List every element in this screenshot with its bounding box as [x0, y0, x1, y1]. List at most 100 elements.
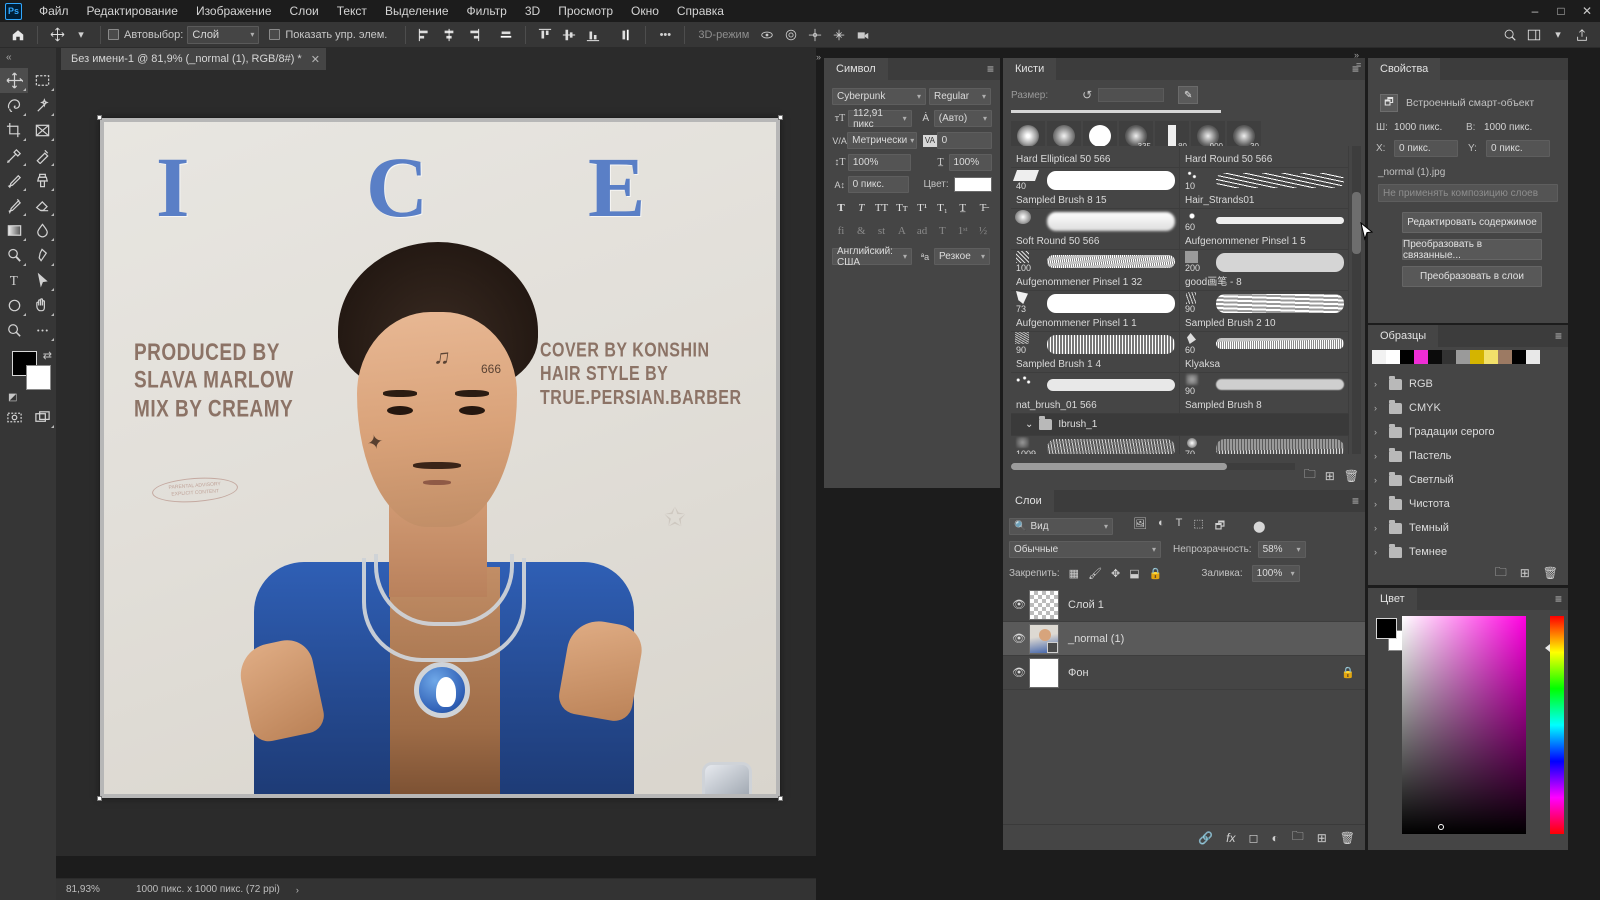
autoselect-checkbox[interactable] [108, 29, 119, 40]
brush-item[interactable]: 90 Sampled Brush 1 4 [1011, 332, 1180, 373]
text-color-swatch[interactable] [953, 177, 992, 192]
align-bottom-icon[interactable] [581, 24, 605, 46]
lasso-tool[interactable] [0, 93, 28, 118]
color-foreground-swatch[interactable] [1376, 618, 1397, 639]
close-icon[interactable]: ✕ [311, 53, 320, 66]
background-color-swatch[interactable] [26, 365, 51, 390]
home-icon[interactable] [6, 24, 30, 46]
swatch-chip[interactable] [1512, 350, 1526, 364]
tab-brushes[interactable]: Кисти [1003, 58, 1057, 80]
tab-swatches[interactable]: Образцы [1368, 325, 1439, 347]
crop-tool[interactable] [0, 118, 28, 143]
tab-layers[interactable]: Слои [1003, 490, 1054, 512]
layer-row[interactable]: 👁 Фон 🔒 [1003, 656, 1365, 690]
menu-image[interactable]: Изображение [187, 1, 281, 21]
brush-item[interactable]: 70 [1180, 436, 1349, 454]
faux-bold-button[interactable]: T [832, 200, 850, 216]
maximize-button[interactable]: □ [1548, 0, 1574, 22]
menu-window[interactable]: Окно [622, 1, 668, 21]
link-layers-icon[interactable]: 🔗 [1198, 831, 1213, 845]
smart-object-filter-icon[interactable]: 🗗 [1215, 517, 1225, 536]
menu-layers[interactable]: Слои [281, 1, 328, 21]
brush-item[interactable]: Hard Round 50 566 [1180, 146, 1349, 168]
zoom-level[interactable]: 81,93% [66, 884, 114, 895]
superscript-button[interactable]: T¹ [913, 200, 931, 216]
clone-stamp-tool[interactable] [28, 168, 56, 193]
oldstyle-button[interactable]: ad [913, 223, 931, 239]
brush-item[interactable]: 60 Aufgenommener Pinsel 1 5 [1180, 209, 1349, 250]
menu-filter[interactable]: Фильтр [458, 1, 516, 21]
new-group-icon[interactable]: 🗀 [1304, 465, 1316, 486]
layer-visibility-icon[interactable]: 👁 [1009, 632, 1029, 645]
align-vertical-center-icon[interactable] [557, 24, 581, 46]
brush-item[interactable]: Hard Elliptical 50 566 [1011, 146, 1180, 168]
swatch-chip[interactable] [1526, 350, 1540, 364]
layer-mask-icon[interactable]: ◻ [1248, 831, 1258, 845]
swatch-chip[interactable] [1484, 350, 1498, 364]
color-panel-menu-icon[interactable]: ≡ [1555, 593, 1562, 605]
layer-row[interactable]: 👁 Слой 1 [1003, 588, 1365, 622]
layer-thumbnail[interactable] [1029, 657, 1059, 688]
shape-filter-icon[interactable]: ⬚ [1193, 517, 1203, 536]
opacity-input[interactable]: 58% ▾ [1257, 541, 1306, 558]
fractions-button[interactable]: ½ [974, 223, 992, 239]
delete-swatch-icon[interactable]: 🗑 [1543, 566, 1558, 580]
autoselect-scope-select[interactable]: Слой ▾ [187, 25, 260, 44]
hue-slider[interactable] [1550, 616, 1564, 834]
eraser-tool[interactable] [28, 193, 56, 218]
align-left-icon[interactable] [413, 24, 437, 46]
gradient-tool[interactable] [0, 218, 28, 243]
swatch-chip[interactable] [1442, 350, 1456, 364]
distribute-horizontal-icon[interactable] [494, 24, 518, 46]
brush-item[interactable]: 90 Sampled Brush 2 10 [1180, 291, 1349, 332]
swatch-folder-purity[interactable]: › Чистота [1368, 492, 1568, 516]
new-group-icon[interactable]: 🗀 [1292, 827, 1304, 848]
brush-horizontal-scrollbar[interactable] [1011, 463, 1295, 470]
layer-thumbnail[interactable] [1029, 589, 1059, 620]
swatch-folder-light[interactable]: › Светлый [1368, 468, 1568, 492]
menu-help[interactable]: Справка [668, 1, 733, 21]
menu-text[interactable]: Текст [328, 1, 376, 21]
swatch-chip[interactable] [1456, 350, 1470, 364]
layer-visibility-icon[interactable]: 👁 [1009, 598, 1029, 611]
lock-all-icon[interactable]: 🔒 [1149, 567, 1163, 580]
more-options-icon[interactable]: ••• [653, 24, 677, 46]
brush-item[interactable]: Soft Round 50 566 [1011, 209, 1180, 250]
layer-comp-select[interactable]: Не применять композицию слоев [1378, 184, 1558, 202]
transform-handle-tr[interactable] [778, 115, 783, 120]
screen-mode-icon[interactable] [28, 405, 56, 430]
tool-preset-chevron-icon[interactable]: ▾ [69, 24, 93, 46]
blur-tool[interactable] [28, 218, 56, 243]
ordinals-button[interactable]: 1ˢᵗ [954, 223, 972, 239]
edit-toolbar-icon[interactable] [28, 318, 56, 343]
reset-icon[interactable]: ↺ [1082, 88, 1092, 102]
convert-to-linked-button[interactable]: Преобразовать в связанные... [1402, 239, 1542, 261]
transform-handle-br[interactable] [778, 796, 783, 801]
share-icon[interactable] [1570, 24, 1594, 46]
horizontal-scale-input[interactable]: 100% [948, 154, 992, 171]
3d-slide-icon[interactable] [827, 24, 851, 46]
showcontrols-checkbox[interactable] [269, 29, 281, 40]
brush-item[interactable]: 10 Hair_Strands01 [1180, 168, 1349, 209]
transform-handle-bl[interactable] [97, 796, 102, 801]
brush-item[interactable]: 73 Aufgenommener Pinsel 1 1 [1011, 291, 1180, 332]
menu-view[interactable]: Просмотр [549, 1, 622, 21]
swatch-chip[interactable] [1386, 350, 1400, 364]
swatches-panel-menu-icon[interactable]: ≡ [1555, 330, 1562, 342]
font-family-select[interactable]: Cyberpunk ▾ [832, 88, 926, 105]
brush-item[interactable]: 40 Sampled Brush 8 15 [1011, 168, 1180, 209]
layers-panel-menu-icon[interactable]: ≡ [1352, 495, 1359, 507]
color-picker-field[interactable] [1402, 616, 1526, 834]
color-field-marker[interactable] [1438, 824, 1444, 830]
lock-image-icon[interactable]: 🖌 [1088, 567, 1102, 580]
swatch-folder-dark[interactable]: › Темный [1368, 516, 1568, 540]
swatch-chip[interactable] [1414, 350, 1428, 364]
hand-tool[interactable] [28, 293, 56, 318]
magic-wand-tool[interactable] [28, 93, 56, 118]
brush-tool[interactable] [0, 168, 28, 193]
artwork-canvas[interactable]: ✦ 666 ♫ I C E PRODUCED BY SLAVA MARLOW M… [104, 122, 776, 794]
menu-select[interactable]: Выделение [376, 1, 458, 21]
y-input[interactable]: 0 пикс. [1486, 140, 1550, 157]
strikethrough-button[interactable]: T̶ [974, 200, 992, 216]
brush-list-scrollbar[interactable] [1352, 146, 1361, 454]
